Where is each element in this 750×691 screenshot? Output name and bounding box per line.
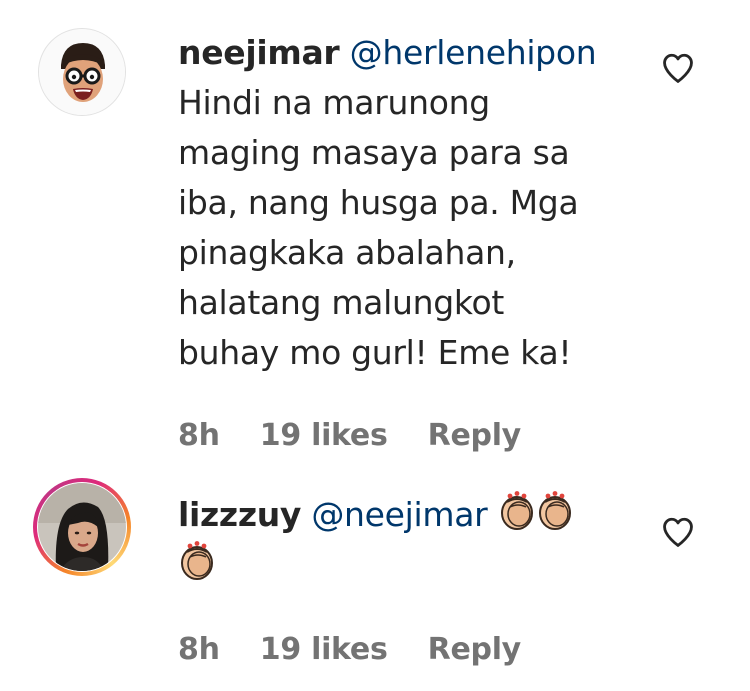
comment-header-line: neejimar @herlenehipon [178,28,638,78]
comment-text-line: maging masaya para sa [178,133,570,172]
comment-text-line: Hindi na marunong [178,83,490,122]
comment-username[interactable]: neejimar [178,33,340,72]
profile-photo-icon [38,483,126,571]
comment-meta: 8h 19 likes Reply [178,418,551,453]
comment-timestamp: 8h [178,632,220,667]
comment-username[interactable]: lizzzuy [178,495,301,534]
comment-text-line: iba, nang husga pa. Mga [178,183,579,222]
comment-text-block: lizzzuy @neejimar [178,490,638,590]
comment-text-block: neejimar @herlenehipon Hindi na marunong… [178,28,638,378]
comment-text-line: buhay mo gurl! Eme ka! [178,333,572,372]
comment-likes-count[interactable]: 19 likes [260,418,388,453]
heart-outline-icon[interactable] [661,516,695,548]
comment-emoji-line [178,540,638,590]
comments-screen: { "comments": [ { "username": "neejimar"… [0,0,750,691]
heart-outline-icon[interactable] [661,52,695,84]
comment-header-line: lizzzuy @neejimar [178,490,638,540]
clapping-hands-emoji-icon [178,540,216,582]
profile-photo-avatar[interactable] [38,483,126,571]
reply-button[interactable]: Reply [428,632,522,667]
reply-button[interactable]: Reply [428,418,522,453]
comment-text-line: pinagkaka abalahan, [178,233,516,272]
comment-mention[interactable]: @neejimar [311,495,487,534]
memoji-glasses-avatar-icon [39,29,125,115]
comment-mention[interactable]: @herlenehipon [350,33,597,72]
comment-text-line: halatang malungkot [178,283,505,322]
comment-meta: 8h 19 likes Reply [178,632,551,667]
clapping-hands-emoji-icon [536,490,574,532]
clapping-hands-emoji-icon [498,490,536,532]
comment-timestamp: 8h [178,418,220,453]
comment-likes-count[interactable]: 19 likes [260,632,388,667]
memoji-avatar[interactable] [38,28,126,116]
